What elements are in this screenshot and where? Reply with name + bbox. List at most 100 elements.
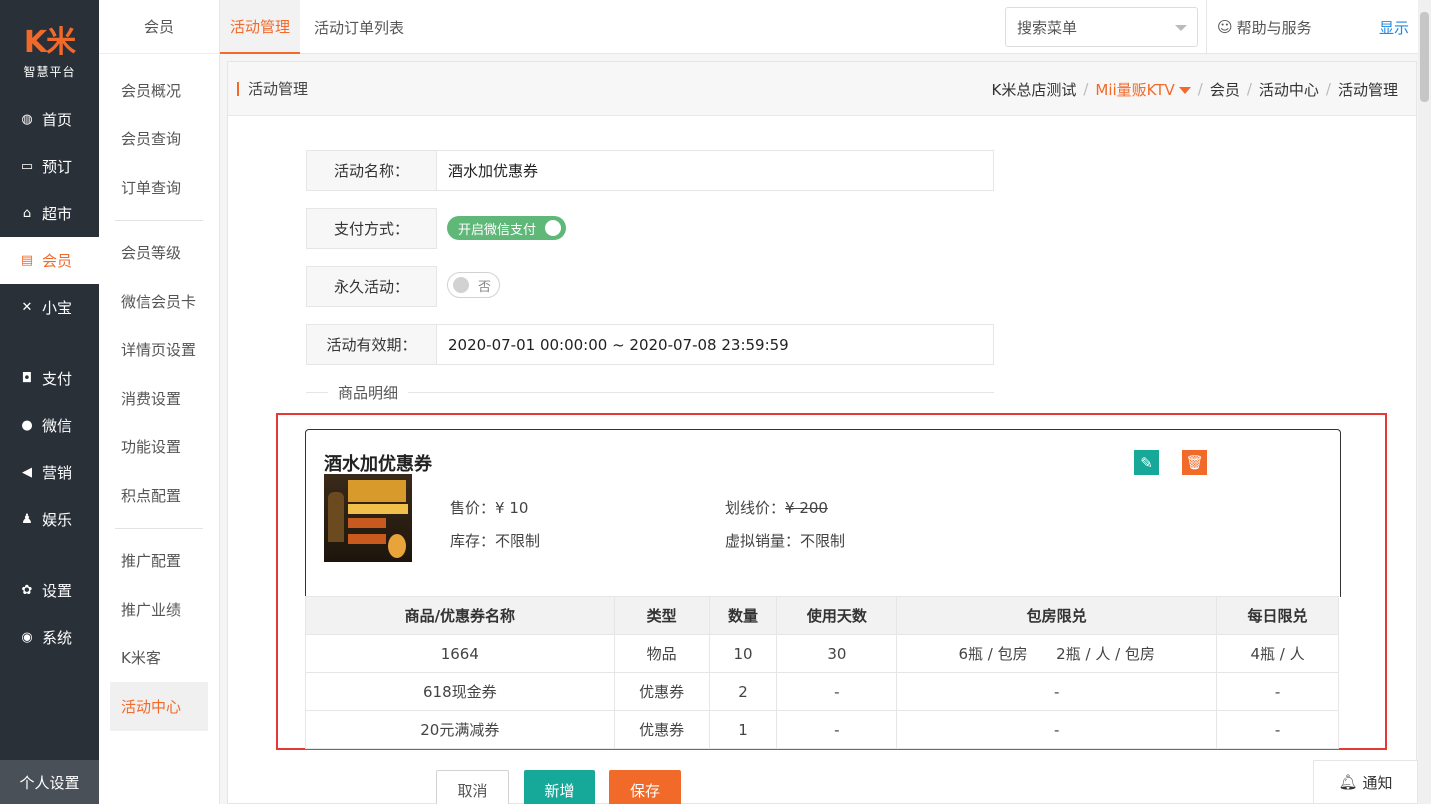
menu-search-select[interactable]: 搜索菜单 xyxy=(1005,7,1198,47)
column-header: 包房限兑 xyxy=(896,596,1218,635)
bell-icon: 🔔︎ xyxy=(1338,773,1358,791)
table-cell: 1664 xyxy=(305,634,615,673)
help-service-link[interactable]: ☺ 帮助与服务 xyxy=(1206,0,1312,54)
strike-price: 划线价：¥ 200 xyxy=(725,499,828,517)
sidebar-item-8[interactable]: ♟ 娱乐 xyxy=(0,496,99,543)
product-items-table: 商品/优惠券名称 类型 数量 使用天数 包房限兑 每日限兑 1664 物品 10 30 6瓶 / … xyxy=(305,596,1339,749)
stock: 库存：不限制 xyxy=(450,532,541,550)
smile-icon: ☺ xyxy=(1217,18,1233,36)
table-cell: 20元满减券 xyxy=(305,710,615,749)
wechat-icon: ● xyxy=(21,418,33,433)
search-placeholder: 搜索菜单 xyxy=(1017,18,1078,37)
sidebar-item-label: 设置 xyxy=(42,582,73,600)
submenu-item[interactable]: 订单查询 xyxy=(99,163,219,212)
submenu-item[interactable]: 积点配置 xyxy=(99,471,219,520)
edit-button[interactable]: ✎ xyxy=(1134,450,1159,475)
sidebar-item-7[interactable]: ◀ 营销 xyxy=(0,449,99,496)
breadcrumb-item: 活动管理 xyxy=(1337,80,1398,99)
table-cell: - xyxy=(896,672,1218,711)
table-cell: 4瓶 / 人 xyxy=(1216,634,1339,673)
activity-name-row: 活动名称： 酒水加优惠券 xyxy=(306,150,994,191)
submenu-item[interactable]: 会员查询 xyxy=(99,115,219,164)
megaphone-icon: ◀ xyxy=(22,465,32,480)
submenu-item[interactable]: 功能设置 xyxy=(99,423,219,472)
help-label: 帮助与服务 xyxy=(1236,18,1312,37)
show-link[interactable]: 显示 xyxy=(1379,0,1409,54)
submenu-item[interactable]: 会员概况 xyxy=(99,66,219,115)
personal-settings-button[interactable]: 个人设置 xyxy=(0,760,99,804)
payment-row: 支付方式： 开启微信支付 xyxy=(306,208,567,249)
column-header: 类型 xyxy=(613,596,710,635)
sidebar-item-label: 小宝 xyxy=(42,299,73,317)
submenu-item[interactable]: K米客 xyxy=(99,634,219,683)
cancel-button[interactable]: 取消 xyxy=(436,770,509,804)
table-cell: - xyxy=(896,710,1218,749)
breadcrumb-item[interactable]: 活动中心 xyxy=(1259,79,1319,100)
product-card: 酒水加优惠券 售价：¥ 10 划线价：¥ 200 库存：不限制 虚拟销量：不限制… xyxy=(305,429,1341,597)
game-icon: ♟ xyxy=(21,512,33,527)
table-cell: 物品 xyxy=(613,634,710,673)
submenu-item[interactable]: 微信会员卡 xyxy=(99,277,219,326)
table-cell: 618现金券 xyxy=(305,672,615,711)
submenu-item[interactable]: 消费设置 xyxy=(99,374,219,423)
toggle-knob xyxy=(545,220,562,236)
submenu-group-3: 推广配置 推广业绩 K米客 xyxy=(99,537,219,683)
add-button[interactable]: 新增 xyxy=(524,770,595,804)
table-cell: - xyxy=(1216,710,1339,749)
sidebar-item-5[interactable]: ◘ 支付 xyxy=(0,355,99,402)
tab-activity-management[interactable]: 活动管理 xyxy=(220,0,301,54)
section-divider xyxy=(306,392,994,393)
pencil-icon: ✎ xyxy=(1140,453,1153,472)
table-row: 1664 物品 10 30 6瓶 / 包房 2瓶 / 人 / 包房 4瓶 / 人 xyxy=(305,634,1339,673)
activity-name-label: 活动名称： xyxy=(306,150,437,191)
submenu-item-activity-center[interactable]: 活动中心 xyxy=(110,682,208,731)
sidebar-item-9[interactable]: ✿ 设置 xyxy=(0,567,99,614)
table-cell: - xyxy=(776,710,898,749)
submenu-item[interactable]: 推广配置 xyxy=(99,537,219,586)
activity-name-field[interactable]: 酒水加优惠券 xyxy=(437,150,994,191)
sidebar-item-10[interactable]: ◉ 系统 xyxy=(0,614,99,661)
main-sidebar: K米 智慧平台 ◍ 首页 ▭ 预订 ⌂ 超市 ▤ 会员 ✕ 小宝 ◘ 支付 ● 微信 ◀ 营销 ♟ 娱乐 ✿ 设置 ◉ 系… xyxy=(0,0,99,804)
sidebar-item-2[interactable]: ⌂ 超市 xyxy=(0,190,99,237)
money-icon: ◘ xyxy=(21,371,33,386)
permanent-toggle[interactable]: 否 xyxy=(447,272,501,298)
table-cell: 6瓶 / 包房 2瓶 / 人 / 包房 xyxy=(896,634,1218,673)
submenu-item[interactable]: 推广业绩 xyxy=(99,585,219,634)
member-submenu: 会员 会员概况 会员查询 订单查询 会员等级 微信会员卡 详情页设置 消费设置 功能设置 积点… xyxy=(99,0,220,804)
wechat-pay-toggle[interactable]: 开启微信支付 xyxy=(447,216,567,240)
top-bar: 活动管理 活动订单列表 搜索菜单 ☺ 帮助与服务 显示 xyxy=(220,0,1431,54)
table-cell: - xyxy=(776,672,898,711)
sidebar-item-label: 系统 xyxy=(42,629,73,647)
breadcrumb: K米总店测试 / Mii量贩KTV / 会员 / 活动中心 / 活动管理 xyxy=(991,79,1398,100)
main-panel: 活动管理 K米总店测试 / Mii量贩KTV / 会员 / 活动中心 / 活动管… xyxy=(227,61,1417,804)
logo: K米 智慧平台 xyxy=(0,0,99,96)
logo-mark: K米 xyxy=(23,24,76,60)
breadcrumb-item[interactable]: 会员 xyxy=(1210,79,1240,100)
scrollbar[interactable] xyxy=(1418,0,1431,804)
validity-field[interactable]: 2020-07-01 00:00:00 ~ 2020-07-08 23:59:5… xyxy=(437,324,994,365)
store-selector[interactable]: Mii量贩KTV xyxy=(1095,79,1191,100)
xiaobao-icon: ✕ xyxy=(21,300,33,315)
scrollbar-thumb[interactable] xyxy=(1420,12,1429,102)
column-header: 数量 xyxy=(708,596,778,635)
tab-activity-orders[interactable]: 活动订单列表 xyxy=(314,0,404,54)
sidebar-item-0[interactable]: ◍ 首页 xyxy=(0,96,99,143)
sidebar-item-3[interactable]: ▤ 会员 xyxy=(0,237,99,284)
sidebar-item-4[interactable]: ✕ 小宝 xyxy=(0,284,99,331)
submenu-item[interactable]: 详情页设置 xyxy=(99,326,219,375)
logo-subtitle: 智慧平台 xyxy=(23,64,76,79)
toggle-knob xyxy=(453,277,469,293)
submenu-divider xyxy=(115,527,203,529)
sidebar-item-6[interactable]: ● 微信 xyxy=(0,402,99,449)
permanent-label: 永久活动： xyxy=(306,266,437,307)
breadcrumb-item[interactable]: K米总店测试 xyxy=(991,79,1076,100)
dashboard-icon: ◍ xyxy=(21,112,33,127)
sidebar-item-1[interactable]: ▭ 预订 xyxy=(0,143,99,190)
delete-button[interactable]: 🗑 xyxy=(1182,450,1207,475)
notification-button[interactable]: 🔔︎ 通知 xyxy=(1313,760,1418,804)
submenu-item[interactable]: 会员等级 xyxy=(99,229,219,278)
card-icon: ▤ xyxy=(20,253,34,268)
submenu-divider xyxy=(115,219,203,221)
save-button[interactable]: 保存 xyxy=(609,770,681,804)
caret-down-icon xyxy=(1178,86,1191,94)
